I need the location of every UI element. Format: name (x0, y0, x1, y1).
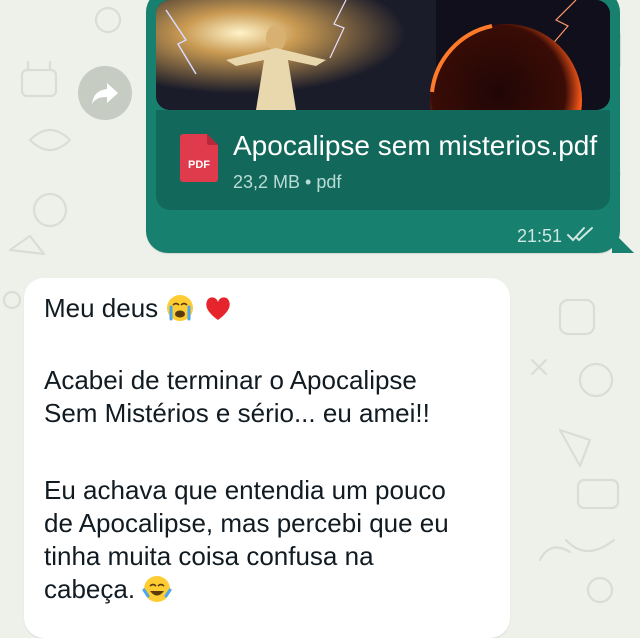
tears-of-joy-emoji-icon (142, 576, 172, 602)
bubble-tail (612, 231, 634, 253)
message-line: cabeça. (44, 573, 504, 606)
message-time: 21:51 (516, 226, 562, 246)
file-attachment-card[interactable]: PDF Apocalipse sem misterios.pdf 23,2 MB… (156, 110, 610, 210)
file-meta: 23,2 MB • pdf (233, 172, 342, 192)
double-check-icon (567, 227, 593, 242)
message-text: Meu deus (44, 293, 159, 323)
file-name: Apocalipse sem misterios.pdf (233, 130, 598, 161)
message-text: Sem Mistérios e sério... eu amei!! (44, 398, 430, 428)
message-text: Acabei de terminar o Apocalipse (44, 365, 417, 395)
cover-image (156, 0, 610, 110)
message-text: Eu achava que entendia um pouco (44, 475, 446, 505)
message-text: de Apocalipse, mas percebi que eu (44, 508, 449, 538)
message-line: Meu deus (44, 292, 504, 325)
pdf-file-icon: PDF (180, 134, 218, 182)
message-text: tinha muita coisa confusa na (44, 541, 374, 571)
forward-arrow-icon (92, 83, 118, 104)
pdf-cover-preview[interactable] (156, 0, 610, 110)
message-text: cabeça. (44, 574, 136, 604)
crying-face-emoji-icon (167, 295, 194, 321)
forward-button[interactable] (78, 66, 132, 120)
incoming-message-bubble[interactable]: Meu deus Acabei de terminar o Apocalipse… (24, 278, 510, 638)
outgoing-message-bubble[interactable]: PDF Apocalipse sem misterios.pdf 23,2 MB… (146, 0, 634, 253)
pdf-icon-label: PDF (188, 159, 210, 171)
red-heart-emoji-icon (205, 297, 230, 320)
